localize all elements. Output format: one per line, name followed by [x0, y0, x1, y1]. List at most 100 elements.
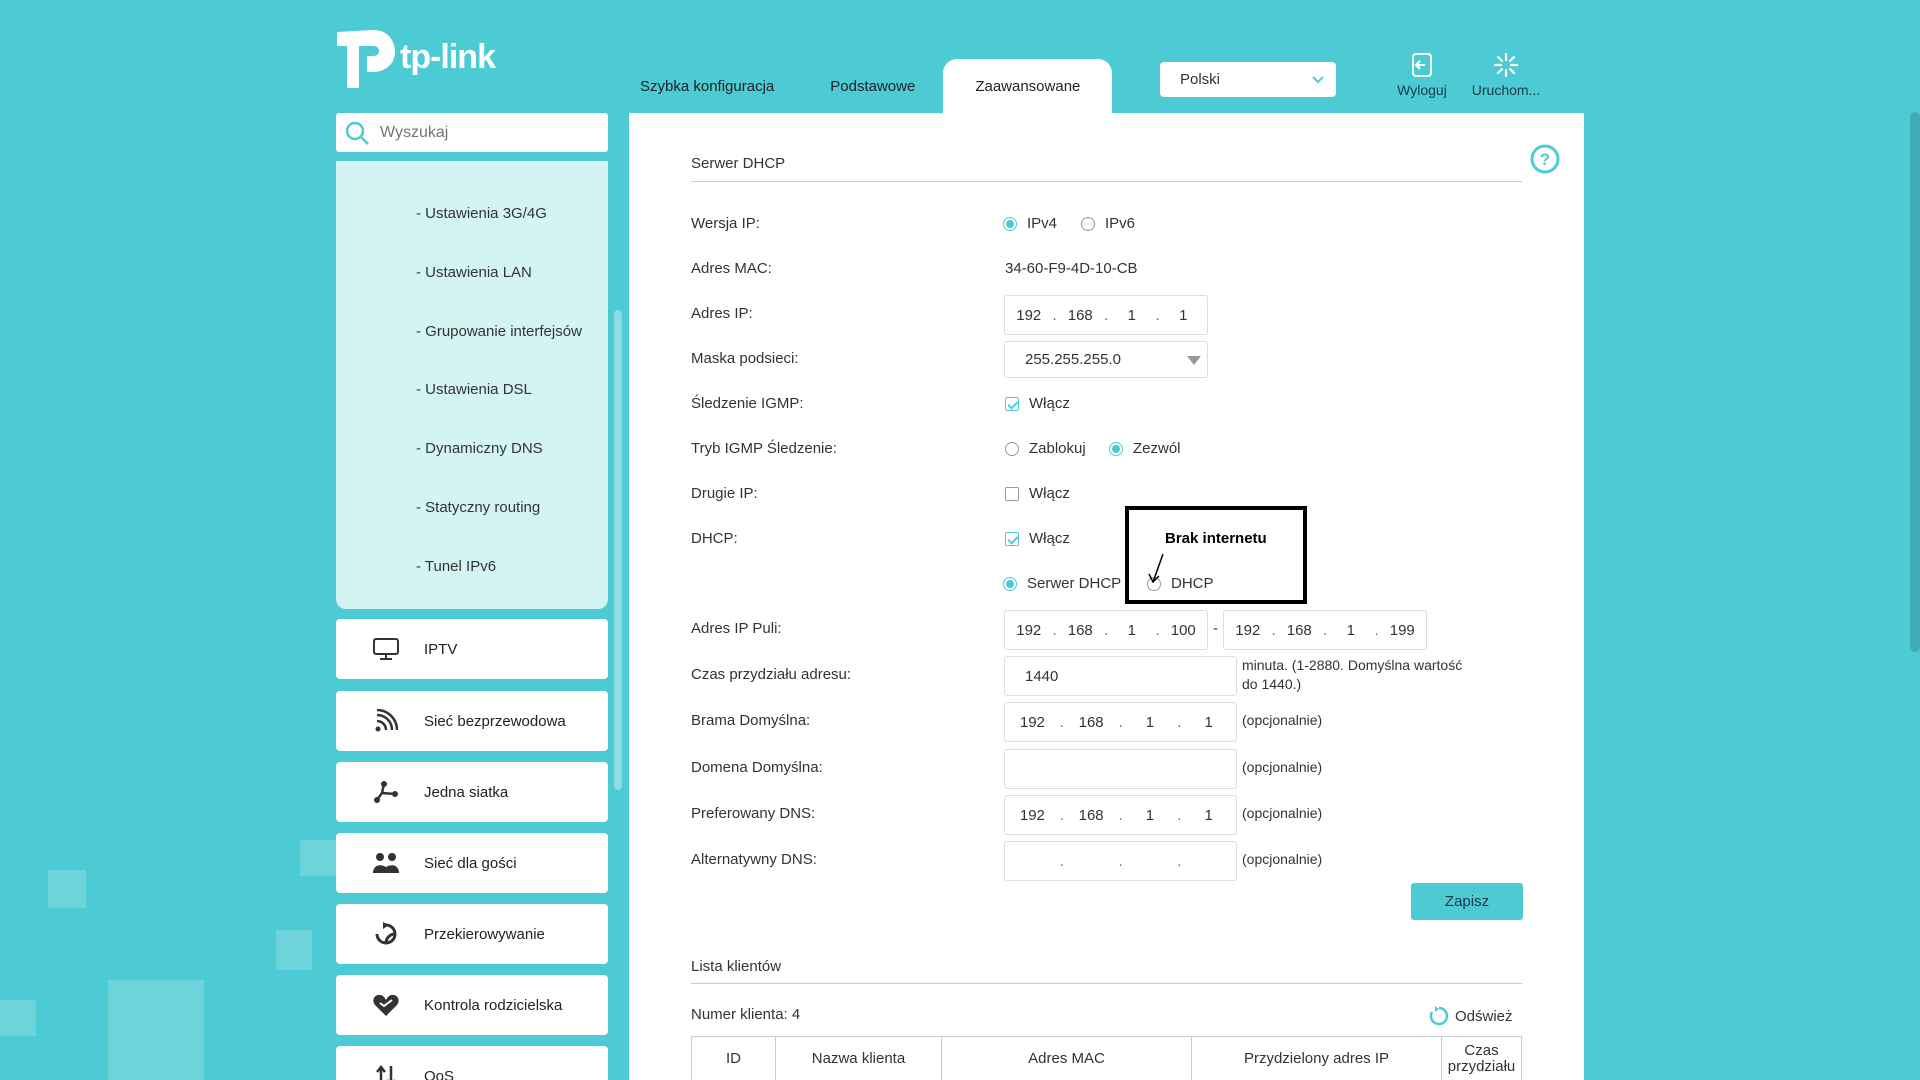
- ip-octet[interactable]: 1: [1181, 807, 1236, 824]
- checkbox-unchecked[interactable]: [1005, 486, 1019, 501]
- optional-note: (opcjonalnie): [1242, 805, 1323, 821]
- radio-selected[interactable]: [1109, 441, 1123, 456]
- submenu-item-lan[interactable]: - Ustawienia LAN: [416, 264, 532, 281]
- sidebar-item-guest-network[interactable]: Sieć dla gości: [336, 833, 608, 893]
- reboot-icon: [1493, 52, 1519, 78]
- checkbox-checked[interactable]: [1005, 396, 1019, 411]
- sidebar-item-label: Jedna siatka: [424, 783, 509, 801]
- help-button[interactable]: ?: [1529, 143, 1561, 180]
- sidebar-item-iptv[interactable]: IPTV: [336, 619, 608, 679]
- sidebar-item-mesh[interactable]: Jedna siatka: [336, 762, 608, 822]
- tab-advanced[interactable]: Zaawansowane: [943, 59, 1113, 114]
- enable-label: Włącz: [1029, 530, 1070, 547]
- igmp-checkbox[interactable]: Włącz: [1005, 395, 1070, 412]
- ip-octet[interactable]: 192: [1005, 307, 1053, 324]
- dhcp-section-title: Serwer DHCP: [691, 155, 786, 172]
- decor-shape: [0, 1000, 36, 1036]
- language-select[interactable]: Polski: [1160, 62, 1336, 97]
- decor-shape: [276, 930, 312, 970]
- submenu-item-3g4g[interactable]: - Ustawienia 3G/4G: [416, 205, 547, 222]
- domain-input[interactable]: [1004, 749, 1237, 789]
- ip-octet[interactable]: 192: [1224, 622, 1272, 639]
- ip-octet[interactable]: 1: [1108, 307, 1156, 324]
- submenu-item-interface-grouping[interactable]: - Grupowanie interfejsów: [416, 323, 582, 340]
- guests-icon: [368, 849, 404, 877]
- radio-selected[interactable]: [1003, 216, 1017, 231]
- ip-octet[interactable]: 192: [1005, 622, 1053, 639]
- subnet-mask-select[interactable]: 255.255.255.0: [1004, 341, 1208, 378]
- brand-name: tp-link: [400, 38, 496, 76]
- gateway-field[interactable]: 192. 168. 1. 1: [1004, 702, 1237, 742]
- radio-unselected[interactable]: [1081, 216, 1095, 231]
- ip-octet[interactable]: 100: [1160, 622, 1208, 639]
- refresh-button[interactable]: Odśwież: [1429, 1006, 1513, 1026]
- ip-octet[interactable]: 168: [1057, 622, 1105, 639]
- sidebar-item-label: IPTV: [424, 640, 458, 658]
- sidebar-item-forwarding[interactable]: Przekierowywanie: [336, 904, 608, 964]
- ip-octet[interactable]: 168: [1064, 807, 1119, 824]
- sidebar-item-qos[interactable]: QoS: [336, 1046, 608, 1080]
- sidebar-item-label: Sieć dla gości: [424, 854, 517, 872]
- reboot-button[interactable]: Uruchom...: [1466, 52, 1546, 98]
- search-box[interactable]: [336, 113, 608, 152]
- ip-octet[interactable]: 168: [1276, 622, 1324, 639]
- sidebar-scrollbar[interactable]: [614, 310, 622, 790]
- ipv6-radio[interactable]: IPv6: [1081, 215, 1135, 232]
- sidebar-item-parental-control[interactable]: Kontrola rodzicielska: [336, 975, 608, 1035]
- submenu-item-ipv6-tunnel[interactable]: - Tunel IPv6: [416, 558, 496, 575]
- ipv4-radio[interactable]: IPv4: [1003, 215, 1057, 232]
- svg-text:?: ?: [1540, 150, 1550, 169]
- refresh-icon: [1429, 1006, 1449, 1026]
- ip-octet[interactable]: 1: [1327, 622, 1375, 639]
- ip-octet[interactable]: 1: [1160, 307, 1208, 324]
- language-value: Polski: [1180, 71, 1221, 88]
- dhcp-label: DHCP:: [691, 530, 738, 547]
- page-scrollbar[interactable]: [1910, 112, 1920, 652]
- radio-selected[interactable]: [1003, 576, 1017, 591]
- preferred-dns-field[interactable]: 192. 168. 1. 1: [1004, 795, 1237, 835]
- enable-label: Włącz: [1029, 395, 1070, 412]
- pool-start-field[interactable]: 192. 168. 1. 100: [1004, 610, 1208, 650]
- ip-octet[interactable]: 192: [1005, 807, 1060, 824]
- decor-shape: [108, 980, 204, 1080]
- radio-unselected[interactable]: [1005, 441, 1019, 456]
- sidebar-item-wireless[interactable]: Sieć bezprzewodowa: [336, 691, 608, 751]
- submenu-item-static-routing[interactable]: - Statyczny routing: [416, 499, 540, 516]
- tab-quick-setup[interactable]: Szybka konfiguracja: [612, 59, 802, 114]
- tab-basic[interactable]: Podstawowe: [802, 59, 943, 114]
- logout-button[interactable]: Wyloguj: [1382, 52, 1462, 98]
- dhcp-checkbox[interactable]: Włącz: [1005, 530, 1070, 547]
- ip-octet[interactable]: 1: [1123, 807, 1178, 824]
- ip-octet[interactable]: 199: [1379, 622, 1427, 639]
- submenu-item-dsl[interactable]: - Ustawienia DSL: [416, 381, 532, 398]
- pool-label: Adres IP Puli:: [691, 620, 782, 637]
- ip-octet[interactable]: 1: [1108, 622, 1156, 639]
- ip-octet[interactable]: 192: [1005, 714, 1060, 731]
- igmp-allow-radio[interactable]: Zezwól: [1109, 440, 1181, 457]
- ipv6-label: IPv6: [1105, 215, 1136, 232]
- ip-octet[interactable]: 168: [1064, 714, 1119, 731]
- second-ip-checkbox[interactable]: Włącz: [1005, 485, 1070, 502]
- ip-octet[interactable]: 1: [1123, 714, 1178, 731]
- mesh-icon: [368, 778, 404, 806]
- mask-label: Maska podsieci:: [691, 350, 799, 367]
- qos-icon: [368, 1062, 404, 1080]
- ip-octet[interactable]: 1: [1181, 714, 1236, 731]
- search-input[interactable]: [380, 123, 600, 142]
- pool-end-field[interactable]: 192. 168. 1. 199: [1223, 610, 1427, 650]
- igmp-block-radio[interactable]: Zablokuj: [1005, 440, 1086, 457]
- second-ip-label: Drugie IP:: [691, 485, 758, 502]
- sidebar-item-label: Przekierowywanie: [424, 925, 545, 943]
- ip-octet[interactable]: 168: [1057, 307, 1105, 324]
- submenu-item-ddns[interactable]: - Dynamiczny DNS: [416, 440, 543, 457]
- checkbox-checked[interactable]: [1005, 531, 1019, 546]
- dhcp-server-radio[interactable]: Serwer DHCP: [1003, 575, 1121, 592]
- save-button[interactable]: Zapisz: [1411, 883, 1523, 920]
- preferred-dns-label: Preferowany DNS:: [691, 805, 816, 822]
- lease-time-input[interactable]: 1440: [1004, 656, 1237, 696]
- lease-label: Czas przydziału adresu:: [691, 666, 852, 683]
- optional-note: (opcjonalnie): [1242, 759, 1323, 775]
- alternative-dns-field[interactable]: . . .: [1004, 841, 1237, 881]
- ip-address-field[interactable]: 192. 168. 1. 1: [1004, 295, 1208, 335]
- pool-separator: -: [1213, 620, 1218, 637]
